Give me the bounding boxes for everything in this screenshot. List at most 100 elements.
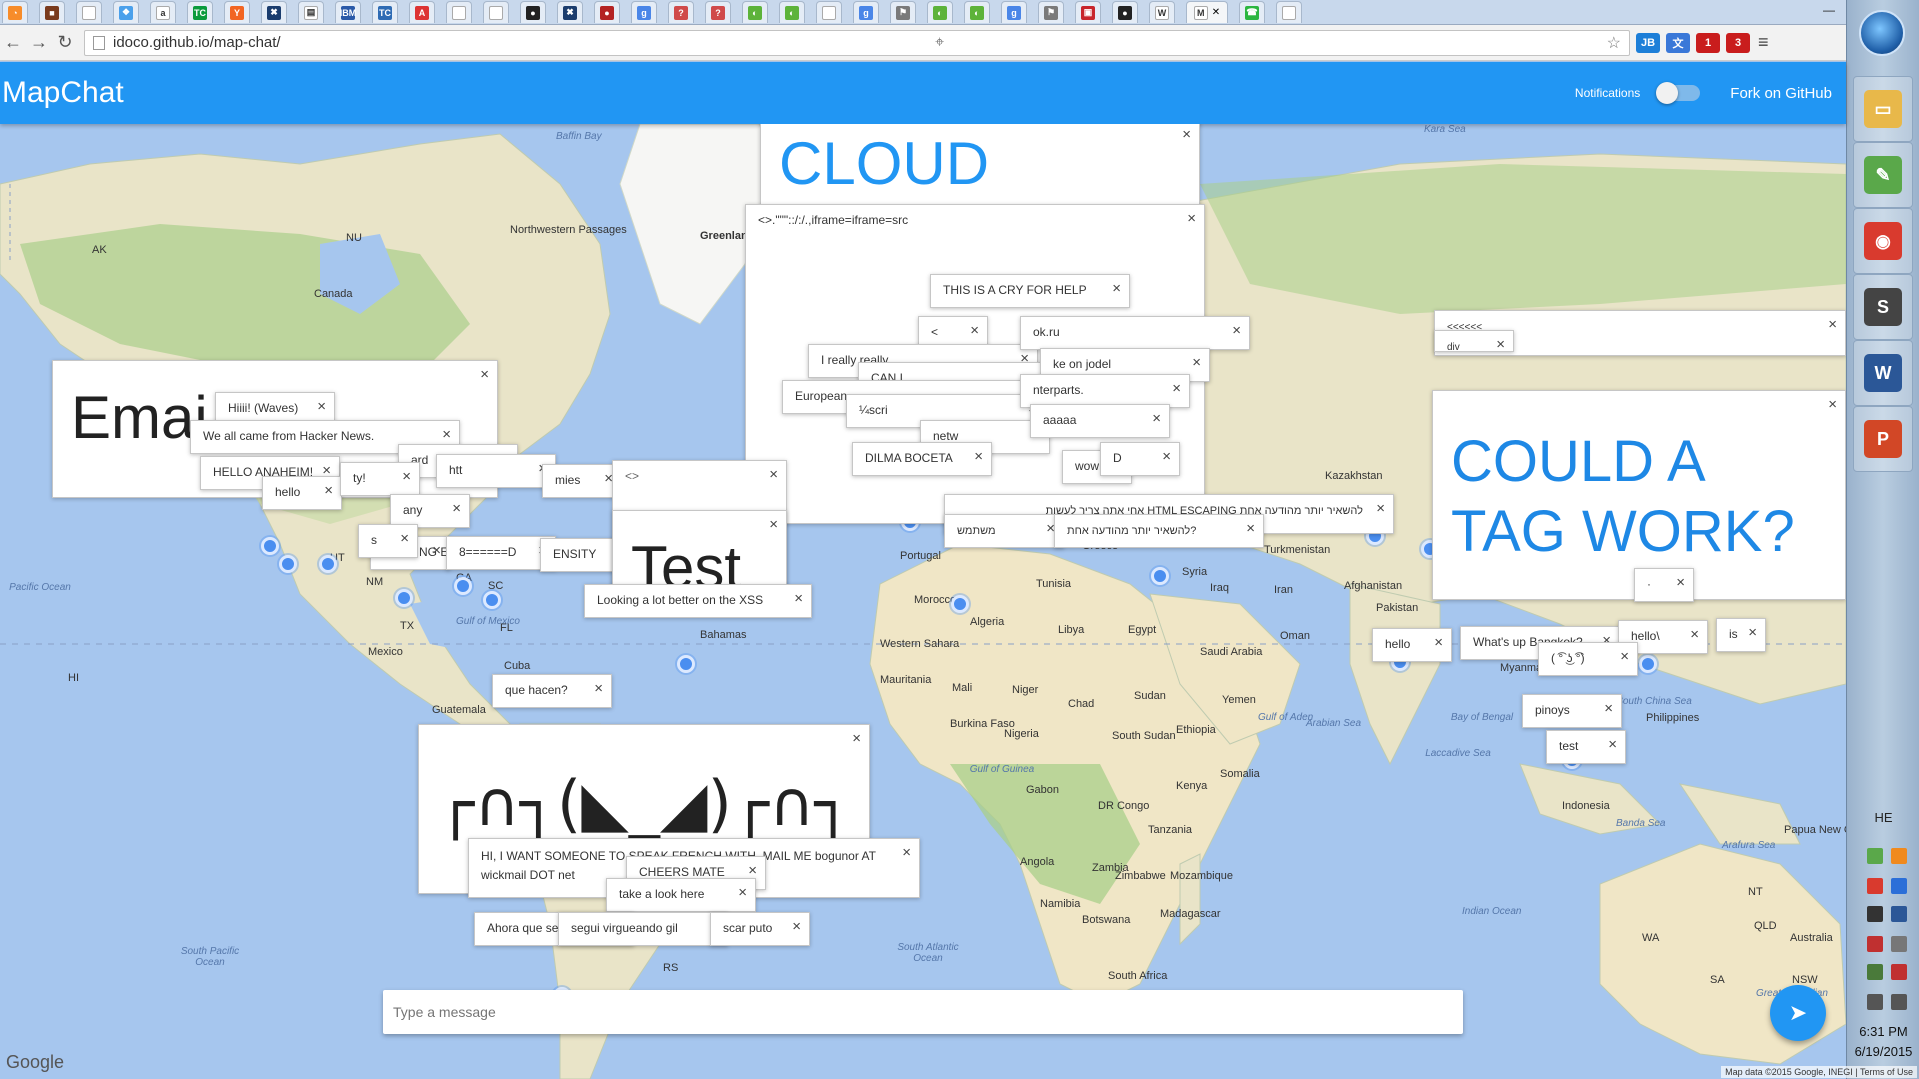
- jetbrains-icon[interactable]: JB: [1636, 32, 1660, 53]
- adblock-icon[interactable]: 1: [1696, 32, 1720, 53]
- location-marker[interactable]: [1639, 655, 1657, 673]
- browser-tab[interactable]: ●: [594, 1, 620, 23]
- close-icon[interactable]: ×: [970, 322, 979, 339]
- browser-tab[interactable]: ●: [1112, 1, 1138, 23]
- location-marker[interactable]: [1151, 567, 1169, 585]
- location-marker[interactable]: [677, 655, 695, 673]
- close-icon[interactable]: ×: [402, 468, 411, 485]
- input-language[interactable]: HE: [1847, 810, 1919, 825]
- close-icon[interactable]: ×: [748, 862, 757, 879]
- close-icon[interactable]: ×: [442, 426, 451, 443]
- close-icon[interactable]: ×: [794, 590, 803, 607]
- close-icon[interactable]: ×: [1496, 336, 1505, 351]
- close-icon[interactable]: ×: [1162, 448, 1171, 465]
- browser-tab[interactable]: ●: [520, 1, 546, 23]
- browser-tab[interactable]: A: [409, 1, 435, 23]
- browser-tab[interactable]: ■: [39, 1, 65, 23]
- browser-tab[interactable]: ▤: [298, 1, 324, 23]
- close-icon[interactable]: ×: [1152, 410, 1161, 427]
- tray-icon[interactable]: [1867, 994, 1883, 1010]
- browser-tab[interactable]: [1276, 1, 1302, 23]
- tray-icon[interactable]: [1891, 848, 1907, 864]
- close-icon[interactable]: ×: [852, 730, 861, 747]
- tray-icon[interactable]: [1891, 878, 1907, 894]
- bookmark-star-icon[interactable]: ☆: [1607, 33, 1621, 53]
- close-icon[interactable]: ×: [1376, 500, 1385, 517]
- close-icon[interactable]: ×: [324, 482, 333, 499]
- browser-tab[interactable]: TC: [187, 1, 213, 23]
- browser-tab[interactable]: ❖: [113, 1, 139, 23]
- browser-tab[interactable]: g: [631, 1, 657, 23]
- taskbar-app[interactable]: P: [1853, 406, 1913, 472]
- close-icon[interactable]: ×: [1604, 700, 1613, 717]
- tray-icon[interactable]: [1867, 848, 1883, 864]
- browser-tab[interactable]: ?: [705, 1, 731, 23]
- browser-tab[interactable]: ◐: [964, 1, 990, 23]
- close-icon[interactable]: ×: [1112, 280, 1121, 297]
- location-marker[interactable]: [483, 591, 501, 609]
- tray-icon[interactable]: [1867, 878, 1883, 894]
- location-marker[interactable]: [319, 555, 337, 573]
- close-icon[interactable]: ×: [1192, 354, 1201, 371]
- close-icon[interactable]: ×: [792, 918, 801, 935]
- browser-tab[interactable]: g: [853, 1, 879, 23]
- location-marker[interactable]: [261, 537, 279, 555]
- close-icon[interactable]: ×: [1828, 396, 1837, 413]
- tray-icon[interactable]: [1891, 906, 1907, 922]
- address-bar[interactable]: idoco.github.io/map-chat/ ⌖ ☆: [84, 29, 1630, 56]
- close-icon[interactable]: ×: [1434, 634, 1443, 651]
- translate-icon[interactable]: 文: [1666, 32, 1690, 53]
- browser-tab[interactable]: M ✕: [1186, 1, 1228, 23]
- browser-tab[interactable]: a: [150, 1, 176, 23]
- browser-tab[interactable]: ✖: [557, 1, 583, 23]
- back-icon[interactable]: ←: [0, 32, 26, 53]
- reload-icon[interactable]: ↻: [52, 32, 78, 53]
- tray-icon[interactable]: [1867, 906, 1883, 922]
- map-attribution[interactable]: Map data ©2015 Google, INEGI | Terms of …: [1721, 1066, 1917, 1078]
- taskbar-app[interactable]: ◉: [1853, 208, 1913, 274]
- tray-icon[interactable]: [1891, 936, 1907, 952]
- location-marker[interactable]: [279, 555, 297, 573]
- taskbar-app[interactable]: W: [1853, 340, 1913, 406]
- browser-tab[interactable]: IBM: [335, 1, 361, 23]
- world-map[interactable]: Baffin Bay Kara Sea Greenland Northwestern …: [0, 124, 1846, 1079]
- close-icon[interactable]: ×: [317, 398, 326, 415]
- taskbar-app[interactable]: ▭: [1853, 76, 1913, 142]
- close-icon[interactable]: ×: [1246, 520, 1255, 537]
- taskbar-app[interactable]: ✎: [1853, 142, 1913, 208]
- browser-tab[interactable]: ◐: [742, 1, 768, 23]
- close-icon[interactable]: ×: [400, 530, 409, 547]
- close-icon[interactable]: ×: [432, 542, 441, 559]
- fork-on-github-link[interactable]: Fork on GitHub: [1730, 85, 1832, 102]
- browser-tab[interactable]: ☎: [1239, 1, 1265, 23]
- close-icon[interactable]: ×: [1828, 316, 1837, 333]
- tab-close-icon[interactable]: ✕: [1212, 7, 1220, 18]
- close-icon[interactable]: ×: [1172, 380, 1181, 397]
- close-icon[interactable]: ×: [974, 448, 983, 465]
- close-icon[interactable]: ×: [1620, 648, 1629, 665]
- location-marker[interactable]: [951, 595, 969, 613]
- browser-tab[interactable]: Y: [224, 1, 250, 23]
- location-marker[interactable]: [454, 577, 472, 595]
- location-marker[interactable]: [395, 589, 413, 607]
- tray-icon[interactable]: [1867, 964, 1883, 980]
- browser-tab[interactable]: ◐: [927, 1, 953, 23]
- browser-tab[interactable]: ◐: [779, 1, 805, 23]
- close-icon[interactable]: ×: [769, 516, 778, 533]
- close-icon[interactable]: ×: [902, 844, 911, 861]
- browser-menu-icon[interactable]: ≡: [1758, 32, 1769, 53]
- browser-tab[interactable]: W: [1149, 1, 1175, 23]
- close-icon[interactable]: ×: [769, 466, 778, 483]
- browser-tab[interactable]: ✖: [261, 1, 287, 23]
- browser-tab[interactable]: ▣: [1075, 1, 1101, 23]
- close-icon[interactable]: ×: [1690, 626, 1699, 643]
- close-icon[interactable]: ×: [594, 680, 603, 697]
- browser-tab[interactable]: [816, 1, 842, 23]
- close-icon[interactable]: ×: [1748, 624, 1757, 641]
- browser-tab[interactable]: ⚑: [890, 1, 916, 23]
- notifications-toggle[interactable]: [1656, 82, 1701, 104]
- clock[interactable]: 6:31 PM 6/19/2015: [1847, 1022, 1919, 1062]
- close-icon[interactable]: ×: [1232, 322, 1241, 339]
- close-icon[interactable]: ×: [1187, 210, 1196, 227]
- minimize-icon[interactable]: —: [1815, 0, 1843, 20]
